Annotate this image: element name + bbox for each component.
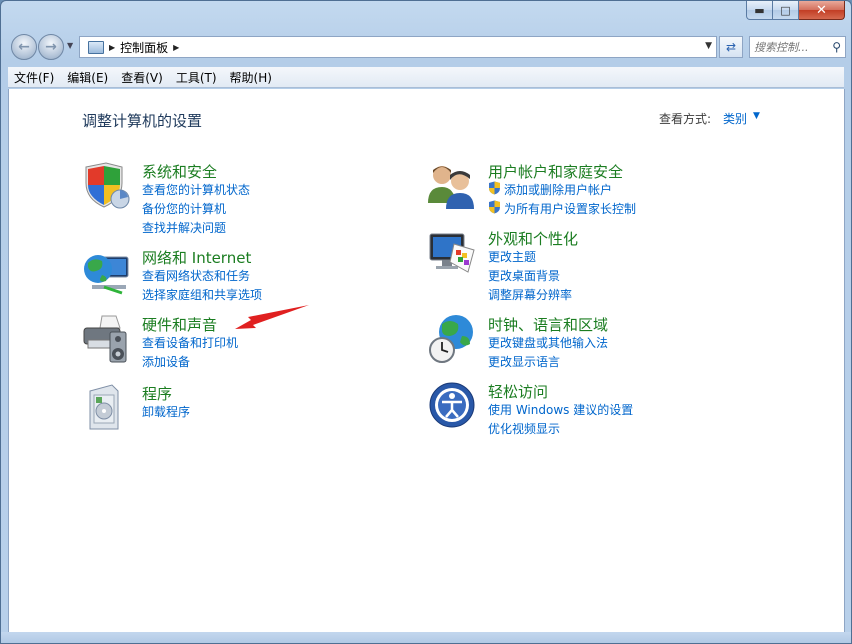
category-title[interactable]: 时钟、语言和区域 bbox=[488, 314, 608, 335]
annotation-arrow-icon bbox=[235, 305, 309, 329]
menu-file[interactable]: 文件(F) bbox=[8, 69, 61, 86]
breadcrumb-control-panel[interactable]: 控制面板 bbox=[120, 39, 168, 56]
caption-buttons: ▬ □ ✕ bbox=[746, 1, 845, 21]
forward-arrow-icon: → bbox=[45, 39, 57, 55]
link-devices-printers[interactable]: 查看设备和打印机 bbox=[142, 334, 238, 351]
link-uninstall-program[interactable]: 卸载程序 bbox=[142, 403, 190, 420]
close-button[interactable]: ✕ bbox=[799, 1, 845, 20]
control-panel-icon bbox=[88, 40, 104, 54]
link-screen-resolution[interactable]: 调整屏幕分辨率 bbox=[488, 286, 572, 303]
ease-of-access-icon[interactable] bbox=[428, 381, 478, 431]
refresh-button[interactable]: ⇄ bbox=[719, 36, 743, 58]
forward-button[interactable]: → bbox=[38, 34, 64, 60]
minimize-icon: ▬ bbox=[754, 3, 765, 17]
recent-pages-dropdown[interactable]: ▼ bbox=[67, 41, 73, 50]
back-arrow-icon: ← bbox=[18, 39, 30, 55]
link-view-computer-status[interactable]: 查看您的计算机状态 bbox=[142, 181, 250, 198]
view-by-dropdown[interactable]: 类别 bbox=[723, 110, 747, 127]
page-title: 调整计算机的设置 bbox=[82, 112, 203, 130]
link-recommended-settings[interactable]: 使用 Windows 建议的设置 bbox=[488, 401, 633, 418]
clock-globe-icon[interactable] bbox=[428, 314, 478, 364]
network-globe-icon[interactable] bbox=[82, 247, 132, 297]
address-bar[interactable]: ▶ 控制面板 ▶ ▼ bbox=[79, 36, 717, 58]
maximize-button[interactable]: □ bbox=[773, 1, 799, 20]
search-box[interactable]: ⚲ bbox=[749, 36, 846, 58]
link-parental-controls[interactable]: 为所有用户设置家长控制 bbox=[504, 200, 636, 217]
refresh-icon: ⇄ bbox=[725, 40, 737, 54]
address-dropdown-icon[interactable]: ▼ bbox=[705, 41, 712, 51]
link-backup-computer[interactable]: 备份您的计算机 bbox=[142, 200, 226, 217]
breadcrumb-separator-icon[interactable]: ▶ bbox=[173, 43, 179, 52]
link-homegroup-sharing[interactable]: 选择家庭组和共享选项 bbox=[142, 286, 262, 303]
category-title[interactable]: 网络和 Internet bbox=[142, 247, 251, 268]
link-desktop-background[interactable]: 更改桌面背景 bbox=[488, 267, 560, 284]
menu-bar: 文件(F) 编辑(E) 查看(V) 工具(T) 帮助(H) bbox=[8, 67, 844, 88]
maximize-icon: □ bbox=[780, 3, 791, 17]
close-icon: ✕ bbox=[816, 2, 827, 18]
menu-help[interactable]: 帮助(H) bbox=[224, 69, 279, 86]
link-optimize-display[interactable]: 优化视频显示 bbox=[488, 420, 560, 437]
menu-tools[interactable]: 工具(T) bbox=[170, 69, 224, 86]
minimize-button[interactable]: ▬ bbox=[746, 1, 773, 20]
category-title[interactable]: 轻松访问 bbox=[488, 381, 548, 402]
view-by-chevron-down-icon[interactable]: ▼ bbox=[753, 111, 760, 121]
category-title[interactable]: 硬件和声音 bbox=[142, 314, 217, 335]
content-pane: 调整计算机的设置 查看方式: 类别 ▼ 系统和安全 查看您的计算机状态 备份您的… bbox=[8, 89, 845, 634]
breadcrumb-separator-icon[interactable]: ▶ bbox=[109, 43, 115, 52]
link-change-keyboard[interactable]: 更改键盘或其他输入法 bbox=[488, 334, 608, 351]
control-panel-window: ▬ □ ✕ ← → ▼ ▶ 控制面板 ▶ ▼ ⇄ ⚲ 文件(F) 编辑(E) 查… bbox=[0, 0, 852, 644]
link-troubleshoot[interactable]: 查找并解决问题 bbox=[142, 219, 226, 236]
link-change-theme[interactable]: 更改主题 bbox=[488, 248, 536, 265]
search-icon[interactable]: ⚲ bbox=[832, 40, 841, 54]
menu-edit[interactable]: 编辑(E) bbox=[61, 69, 115, 86]
back-button[interactable]: ← bbox=[11, 34, 37, 60]
category-title[interactable]: 外观和个性化 bbox=[488, 228, 578, 249]
category-title[interactable]: 用户帐户和家庭安全 bbox=[488, 161, 623, 182]
search-input[interactable] bbox=[754, 40, 828, 54]
link-add-device[interactable]: 添加设备 bbox=[142, 353, 190, 370]
category-title[interactable]: 系统和安全 bbox=[142, 161, 217, 182]
view-by-label: 查看方式: bbox=[659, 112, 712, 126]
shield-icon[interactable] bbox=[82, 161, 132, 211]
programs-box-icon[interactable] bbox=[82, 383, 132, 433]
link-display-language[interactable]: 更改显示语言 bbox=[488, 353, 560, 370]
menu-view[interactable]: 查看(V) bbox=[115, 69, 170, 86]
status-bar bbox=[1, 632, 851, 643]
users-icon[interactable] bbox=[428, 161, 478, 211]
uac-shield-icon bbox=[489, 200, 500, 214]
link-add-remove-accounts[interactable]: 添加或删除用户帐户 bbox=[504, 181, 612, 198]
navigation-row: ← → ▼ ▶ 控制面板 ▶ ▼ ⇄ ⚲ bbox=[9, 31, 846, 61]
category-title[interactable]: 程序 bbox=[142, 383, 172, 404]
monitor-palette-icon[interactable] bbox=[428, 228, 478, 278]
uac-shield-icon bbox=[489, 181, 500, 195]
link-network-status[interactable]: 查看网络状态和任务 bbox=[142, 267, 250, 284]
printer-speaker-icon[interactable] bbox=[82, 314, 132, 364]
